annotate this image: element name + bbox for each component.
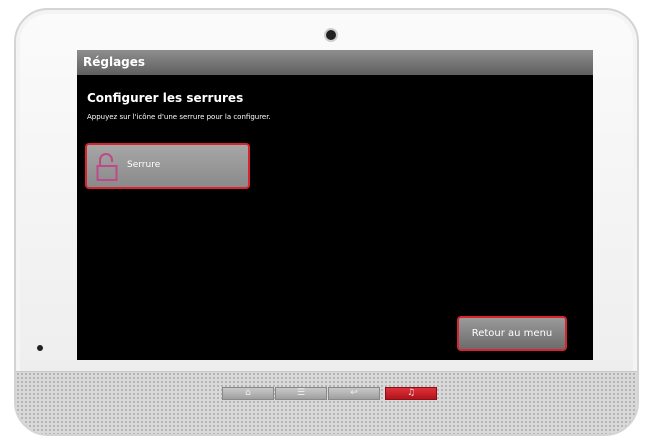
back-key[interactable]: ↩: [328, 387, 380, 400]
camera-lens: [326, 30, 336, 40]
back-arrow-icon: ↩: [350, 388, 358, 398]
page-title: Réglages: [77, 50, 593, 75]
status-led: [37, 345, 43, 351]
menu-key[interactable]: ☰: [275, 387, 327, 400]
menu-icon: ☰: [296, 388, 306, 398]
speaker-grille: [16, 371, 637, 434]
unlocked-padlock-icon: [96, 153, 118, 181]
hardware-key-bar: ⌂ ☰ ↩ ♫: [222, 387, 438, 400]
lock-item-label: Serrure: [127, 160, 161, 170]
lock-item-button[interactable]: Serrure: [85, 143, 250, 189]
home-icon: ⌂: [245, 388, 251, 398]
instruction-text: Appuyez sur l'icône d'une serrure pour l…: [87, 113, 271, 121]
home-key[interactable]: ⌂: [222, 387, 274, 400]
display-screen: Réglages Configurer les serrures Appuyez…: [77, 50, 593, 360]
alarm-key[interactable]: ♫: [385, 387, 437, 400]
back-to-menu-button[interactable]: Retour au menu: [457, 316, 567, 351]
section-heading: Configurer les serrures: [87, 91, 244, 105]
bell-icon: ♫: [406, 388, 416, 398]
